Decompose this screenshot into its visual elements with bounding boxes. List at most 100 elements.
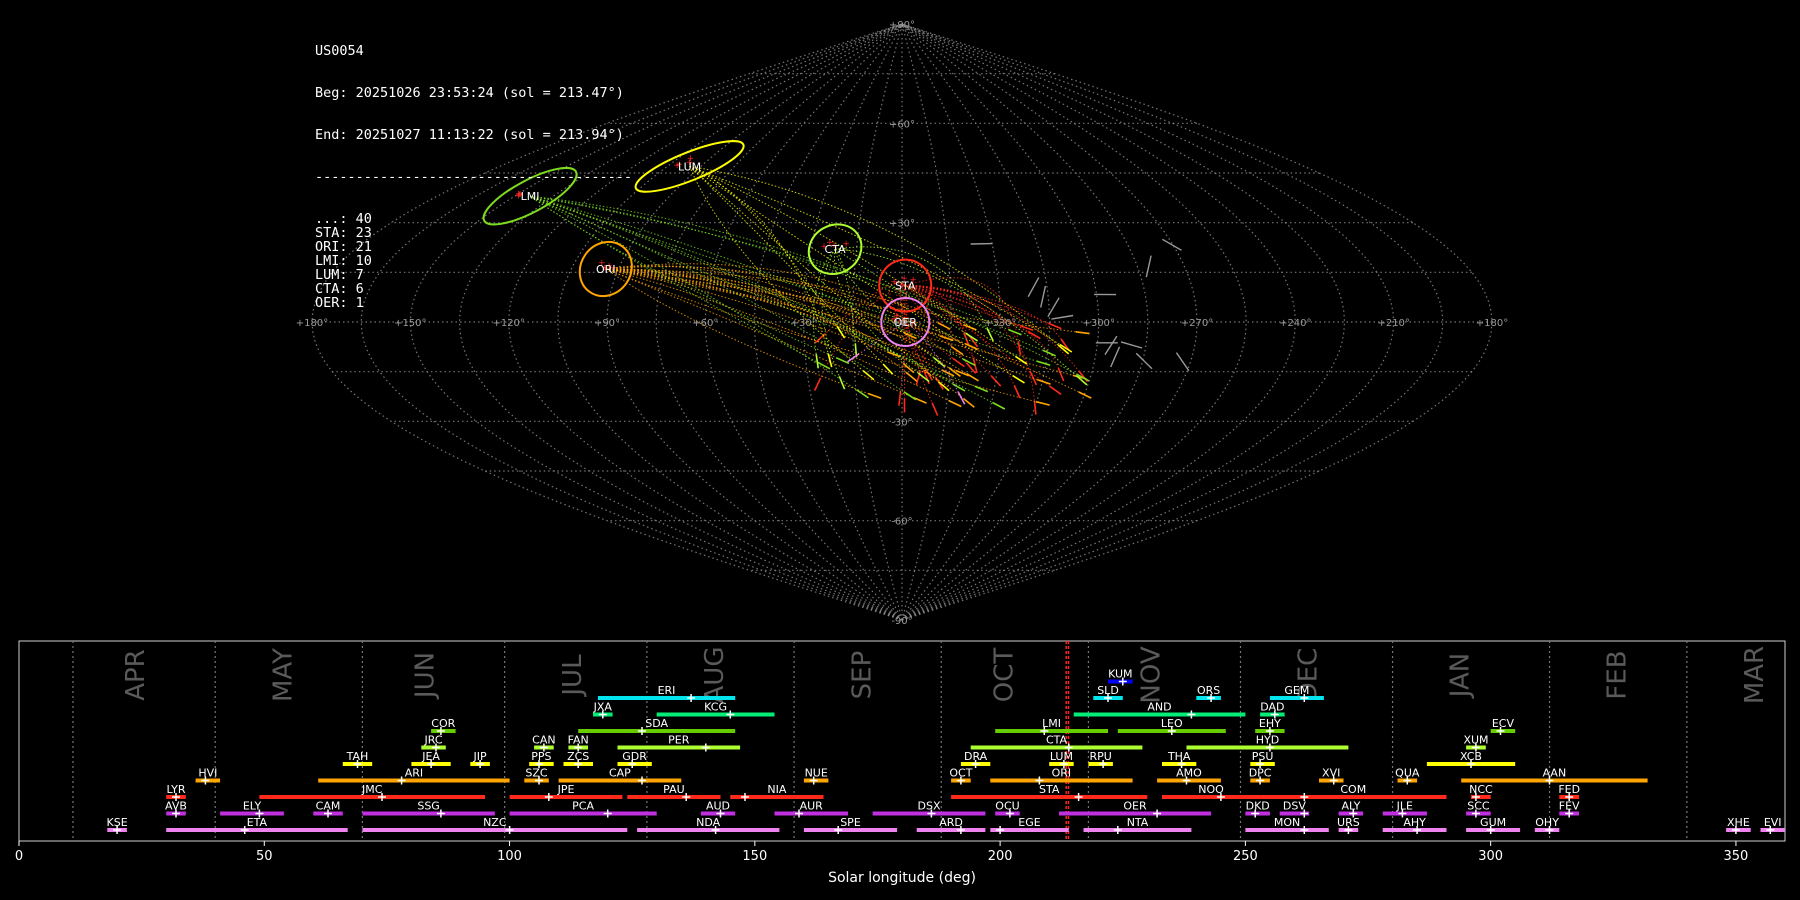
shower-label-aly: ALY (1341, 800, 1360, 813)
meteor-streak-cta (986, 328, 994, 342)
info-panel: US0054 Beg: 20251026 23:53:24 (sol = 213… (315, 16, 632, 324)
month-label: MAR (1740, 646, 1770, 704)
month-label: MAY (268, 648, 298, 702)
shower-label-hyd: HYD (1256, 734, 1279, 747)
shower-label-jip: JIP (473, 750, 487, 763)
shower-label-qua: QUA (1395, 767, 1420, 780)
shower-label-lyr: LYR (166, 783, 185, 796)
shower-timeline: APR MAY JUN JUL AUG SEP OCT NOV DEC JAN FEB MAR KUM… (15, 640, 1786, 886)
shower-label-dra: DRA (964, 750, 988, 763)
shower-label-cta: CTA (1046, 734, 1068, 747)
x-tick-label: 200 (988, 849, 1013, 864)
meteor-streak-cta (917, 372, 930, 383)
shower-label-noo: NOO (1198, 783, 1224, 796)
lat-tick-label: +60° (889, 119, 915, 130)
shower-label-ely: ELY (243, 800, 262, 813)
meteor-streak-lmi (1008, 328, 1022, 336)
count-row: CTA: 6 (315, 281, 364, 297)
month-label: JUL (558, 654, 588, 698)
shower-label-oer: OER (1123, 800, 1147, 813)
x-tick-label: 150 (742, 849, 767, 864)
shower-label-nda: NDA (696, 816, 721, 829)
count-row: ORI: 21 (315, 239, 372, 255)
shower-label-xvi: XVI (1322, 767, 1340, 780)
x-axis-label: Solar longitude (deg) (828, 870, 976, 886)
meteor-track-ori (605, 268, 1038, 381)
shower-label-dad: DAD (1260, 701, 1284, 714)
meteor-streak-lmi (856, 389, 869, 399)
shower-label-mon: MON (1274, 816, 1300, 829)
count-row: LUM: 7 (315, 267, 364, 283)
shower-label-sld: SLD (1097, 684, 1119, 697)
shower-label-jle: JLE (1396, 800, 1413, 813)
shower-label-kcg: KCG (704, 701, 727, 714)
shower-label-ssg: SSG (417, 800, 440, 813)
shower-label-rpu: RPU (1090, 750, 1112, 763)
x-tick-label: 50 (256, 849, 273, 864)
shower-label-pps: PPS (531, 750, 551, 763)
shower-label-gem: GEM (1284, 684, 1309, 697)
shower-label-gdr: GDR (622, 750, 647, 763)
meteor-streak-sta (1048, 322, 1062, 330)
count-row: STA: 23 (315, 225, 372, 241)
shower-label-xum: XUM (1463, 734, 1488, 747)
shower-label-psu: PSU (1252, 750, 1274, 763)
count-row: OER: 1 (315, 295, 364, 311)
shower-label-scc: SCC (1467, 800, 1490, 813)
meteor-streak-ori (948, 399, 962, 408)
shower-label-ari: ARI (405, 767, 423, 780)
shower-label-cor: COR (431, 717, 455, 730)
meteor-streak-ori (950, 345, 964, 356)
shower-label-aud: AUD (706, 800, 730, 813)
end-time: End: 20251027 11:13:22 (sol = 213.94°) (315, 127, 624, 143)
shower-label-xcb: XCB (1460, 750, 1482, 763)
shower-label-fev: FEV (1559, 800, 1580, 813)
count-row: LMI: 10 (315, 253, 372, 269)
lat-tick-label: -30° (891, 417, 912, 428)
shower-label-amo: AMO (1176, 767, 1202, 780)
meteor-streak-ori (905, 371, 918, 382)
count-row: ...: 40 (315, 211, 372, 227)
shower-label-tah: TAH (346, 750, 369, 763)
lon-tick-label: +180° (1476, 318, 1508, 329)
meteor-track-lum (689, 165, 838, 327)
meteor-streak-oer (957, 391, 966, 405)
month-label: JAN (1446, 653, 1476, 699)
lat-tick-label: -60° (891, 517, 912, 528)
sporadic-streak (1051, 314, 1074, 320)
shower-label-sta: STA (1039, 783, 1060, 796)
shower-label-nia: NIA (767, 783, 786, 796)
shower-label-eri: ERI (658, 684, 676, 697)
shower-label-ncc: NCC (1469, 783, 1493, 796)
sporadic-streak (1110, 346, 1121, 368)
month-label: SEP (847, 651, 877, 700)
shower-label-zcs: ZCS (567, 750, 589, 763)
shower-label-evi: EVI (1764, 816, 1782, 829)
x-tick-label: 100 (497, 849, 522, 864)
meteor-track-ori (605, 268, 1079, 393)
meteor-streak-sta (1057, 367, 1065, 382)
meteor-streak-ori (867, 392, 882, 399)
shower-label-per: PER (668, 734, 690, 747)
shower-label-jxa: JXA (593, 701, 613, 714)
month-label: FEB (1603, 650, 1633, 699)
meteor-streak-ori (1036, 378, 1051, 385)
shower-label-eta: ETA (247, 816, 268, 829)
meteor-streak-ori (1075, 331, 1090, 335)
meteor-track-lum (689, 165, 1013, 377)
radiant-label-cta: CTA (825, 243, 847, 256)
lon-tick-label: +300° (1082, 318, 1114, 329)
shower-label-xhe: XHE (1727, 816, 1750, 829)
sporadic-streak (1047, 297, 1060, 318)
meteor-streak-sta (931, 402, 939, 416)
shower-label-jmc: JMC (361, 783, 383, 796)
meteor-track-ori (605, 268, 888, 353)
month-label: NOV (1137, 646, 1167, 703)
radiant-label-lum: LUM (678, 160, 701, 173)
meteor-streak-sta (1019, 324, 1034, 332)
shower-label-fed: FED (1558, 783, 1580, 796)
shower-label-lmi: LMI (1042, 717, 1061, 730)
shower-label-fan: FAN (568, 734, 589, 747)
shower-label-nta: NTA (1127, 816, 1149, 829)
x-tick-label: 0 (15, 849, 23, 864)
